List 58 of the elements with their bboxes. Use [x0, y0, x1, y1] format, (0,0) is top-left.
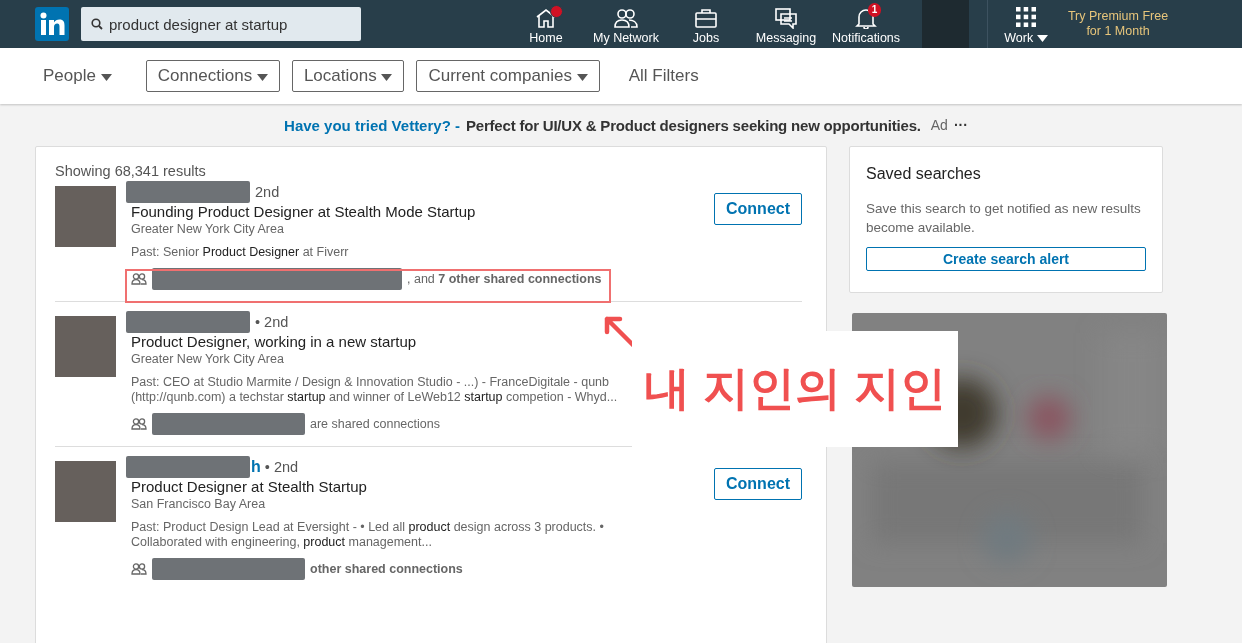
nav-item[interactable]: 1 Notifications: [826, 3, 906, 45]
chat-icon: [774, 7, 798, 29]
headline: Product Designer at Stealth Startup: [131, 478, 367, 496]
filter-dropdown[interactable]: Connections: [145, 60, 280, 92]
results-count: Showing 68,341 results: [55, 163, 207, 179]
location: San Francisco Bay Area: [131, 496, 267, 512]
people-icon: [131, 563, 147, 575]
caret-icon: [1036, 35, 1048, 42]
connection-degree: • 2nd: [264, 459, 299, 475]
linkedin-logo[interactable]: [35, 7, 69, 41]
shared-connections[interactable]: , and 7 other shared connections: [407, 272, 602, 286]
people-icon: [131, 418, 147, 430]
caret-icon: [256, 74, 268, 81]
people-icon: [131, 273, 147, 285]
briefcase-icon: [694, 7, 718, 29]
connection-degree: 2nd: [255, 184, 280, 200]
card-title: Saved searches: [866, 165, 982, 183]
nav-item[interactable]: Messaging: [746, 3, 826, 45]
connection-degree: • 2nd: [255, 314, 289, 330]
work-menu[interactable]: Work: [1002, 3, 1050, 45]
nav-item[interactable]: Home: [506, 3, 586, 45]
filter-dropdown[interactable]: Current companies: [416, 60, 600, 92]
location: Greater New York City Area: [131, 351, 285, 367]
ad-tag: Ad: [930, 117, 948, 133]
notification-badge: 1: [868, 3, 881, 17]
filter-dropdown[interactable]: People: [43, 66, 112, 86]
shared-connections[interactable]: other shared connections: [310, 562, 463, 576]
more-button[interactable]: ···: [953, 117, 968, 133]
caret-icon: [381, 74, 393, 81]
annotation-label: 내 지인의 지인: [632, 331, 958, 447]
headline: Product Designer, working in a new startup: [131, 333, 417, 351]
bell-icon: [854, 7, 878, 29]
card-description: Save this search to get notified as new results become available.: [866, 200, 1142, 237]
snippet: Past: CEO at Studio Marmite / Design & Innovation Studio - ...) - FranceDigitale - qunb (http://qunb.com) a techstar startup and winner of LeWeb12 startup competion - Whyd...: [131, 375, 619, 405]
headline: Founding Product Designer at Stealth Mode Startup: [131, 203, 476, 221]
filter-dropdown[interactable]: Locations: [291, 60, 405, 92]
grid-icon: [1016, 7, 1036, 27]
snippet: Past: Product Design Lead at Eversight - • Led all product design across 3 products. • Collaborated with engineering, product management...: [131, 520, 605, 550]
location: Greater New York City Area: [131, 221, 285, 237]
caret-icon: [100, 74, 112, 81]
profile-name[interactable]: h: [251, 458, 261, 476]
ad-text: Perfect for UI/UX & Product designers seeking new opportunities.: [466, 116, 921, 134]
search-field[interactable]: product designer at startup: [81, 7, 361, 41]
profile-photo[interactable]: [55, 316, 116, 377]
profile-photo[interactable]: [922, 0, 969, 48]
profile-photo[interactable]: [55, 461, 116, 522]
connect-button[interactable]: Connect: [714, 193, 802, 225]
shared-connections[interactable]: are shared connections: [310, 417, 440, 431]
caret-icon: [576, 74, 588, 81]
profile-photo[interactable]: [55, 186, 116, 247]
nav-item[interactable]: My Network: [586, 3, 666, 45]
people-icon: [614, 7, 638, 29]
nav-item[interactable]: Jobs: [666, 3, 746, 45]
ad-link[interactable]: Have you tried Vettery? -: [284, 116, 460, 134]
connect-button[interactable]: Connect: [714, 468, 802, 500]
snippet: Past: Senior Product Designer at Fiverr: [131, 245, 350, 260]
premium-link[interactable]: Try Premium Free for 1 Month: [1062, 9, 1174, 39]
create-alert-button[interactable]: Create search alert: [866, 247, 1146, 271]
